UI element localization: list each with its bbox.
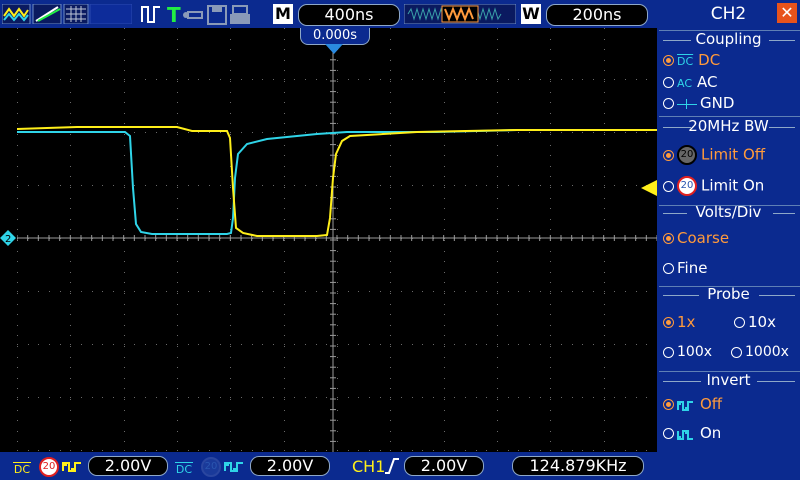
radio-icon: [731, 346, 742, 358]
coupling-option-dc[interactable]: DC DC: [663, 51, 720, 69]
status-icons: T: [141, 4, 250, 26]
radio-icon: [663, 428, 674, 439]
coupling-title: Coupling: [695, 30, 762, 48]
invert-on-icon: [677, 429, 693, 440]
volts-div-section[interactable]: Volts/Div Coarse Fine: [657, 203, 800, 288]
radio-icon: [734, 317, 745, 328]
invert-off-label: Off: [700, 395, 723, 413]
save-icon: [207, 5, 227, 25]
ch1-coupling-icon: DC: [13, 458, 31, 477]
trigger-source-label: CH1: [352, 457, 386, 476]
dc-icon: DC: [677, 55, 694, 68]
close-icon[interactable]: ✕: [777, 3, 797, 23]
bw-on-icon: 20: [677, 176, 697, 196]
trigger-position-marker-icon[interactable]: [325, 44, 343, 54]
top-status-bar: T M 400ns W 200ns: [0, 0, 657, 28]
graticule: [17, 28, 657, 452]
probe-100x-label: 100x: [677, 344, 713, 360]
ch2-ground-marker-icon[interactable]: 2: [0, 230, 16, 246]
ground-icon: [677, 98, 697, 109]
probe-option-1000x[interactable]: 1000x: [731, 344, 789, 360]
coupling-gnd-label: GND: [700, 94, 735, 112]
bw-off-icon: 20: [677, 145, 697, 165]
ch1-invert-icon: [62, 462, 81, 472]
window-timebase-label: W: [521, 4, 541, 24]
probe-10x-label: 10x: [748, 313, 776, 331]
radio-selected-icon: [663, 149, 674, 161]
radio-selected-icon: [663, 399, 674, 410]
bandwidth-section[interactable]: 20MHz BW 20 Limit Off 20 Limit On: [657, 117, 800, 205]
frequency-readout: 124.879KHz: [512, 456, 644, 476]
window-timebase-readout[interactable]: 200ns: [546, 4, 648, 26]
trigger-level-readout[interactable]: 2.00V: [404, 456, 484, 476]
invert-title: Invert: [706, 371, 751, 389]
volts-coarse-label: Coarse: [677, 229, 730, 247]
blank-indicator: [89, 4, 132, 24]
volts-option-fine[interactable]: Fine: [663, 259, 707, 277]
svg-text:2: 2: [5, 234, 11, 245]
rising-edge-icon: [385, 458, 399, 474]
ch1-volts-readout[interactable]: 2.00V: [88, 456, 168, 476]
radio-icon: [663, 77, 674, 88]
trigger-level-marker-icon[interactable]: [641, 180, 657, 196]
timebase-readout[interactable]: 400ns: [298, 4, 400, 26]
invert-option-off[interactable]: Off: [663, 395, 722, 413]
probe-option-100x[interactable]: 100x: [663, 344, 712, 360]
bw-option-limit-off[interactable]: 20 Limit Off: [663, 145, 765, 165]
probe-title: Probe: [707, 285, 750, 303]
bw-limit-on-label: Limit On: [701, 176, 765, 195]
ch1-bw-limit-icon: 20: [39, 457, 59, 477]
radio-icon: [663, 180, 674, 192]
ch2-invert-icon: [224, 462, 243, 472]
radio-icon: [663, 346, 674, 358]
bw-option-limit-on[interactable]: 20 Limit On: [663, 176, 764, 196]
coupling-dc-label: DC: [698, 51, 721, 69]
invert-section[interactable]: Invert Off On: [657, 371, 800, 471]
radio-selected-icon: [663, 317, 674, 328]
memory-position-icon: [404, 4, 516, 24]
probe-option-10x[interactable]: 10x: [734, 313, 776, 331]
ch2-volts-readout[interactable]: 2.00V: [250, 456, 330, 476]
usb-icon: [183, 11, 203, 19]
coupling-ac-label: AC: [697, 73, 718, 91]
radio-icon: [663, 263, 674, 274]
ch2-coupling-icon: DC: [175, 458, 193, 477]
radio-icon: [663, 98, 674, 109]
probe-section[interactable]: Probe 1x 10x 100x 1000x: [657, 285, 800, 371]
trigger-t-icon: T: [167, 4, 181, 26]
invert-off-icon: [677, 400, 693, 411]
ac-icon: AC: [677, 77, 693, 90]
volts-option-coarse[interactable]: Coarse: [663, 229, 729, 247]
print-icon: [230, 5, 250, 24]
ch2-bw-limit-icon: 20: [201, 457, 221, 477]
waveform-display[interactable]: [17, 28, 657, 452]
ch1-coupling-label: DC: [13, 463, 31, 476]
coupling-section[interactable]: Coupling DC DC AC AC GND: [657, 30, 800, 116]
display-mode-icons[interactable]: [2, 4, 132, 24]
bw-limit-off-label: Limit Off: [701, 145, 766, 164]
main-timebase-label: M: [273, 4, 293, 24]
probe-1000x-label: 1000x: [745, 344, 789, 360]
coupling-option-ac[interactable]: AC AC: [663, 73, 718, 91]
ch2-coupling-label: DC: [175, 463, 193, 476]
coupling-option-gnd[interactable]: GND: [663, 94, 734, 112]
invert-option-on[interactable]: On: [663, 424, 721, 442]
volts-fine-label: Fine: [677, 259, 708, 277]
trigger-time-readout: 0.000s: [300, 28, 370, 45]
probe-1x-label: 1x: [677, 313, 696, 331]
probe-option-1x[interactable]: 1x: [663, 313, 695, 331]
volts-div-title: Volts/Div: [695, 203, 762, 221]
radio-selected-icon: [663, 55, 674, 66]
invert-on-label: On: [700, 424, 722, 442]
radio-selected-icon: [663, 233, 674, 244]
pulse-icon: [141, 6, 160, 23]
bandwidth-title: 20MHz BW: [688, 117, 769, 135]
bottom-status-bar: DC 20 2.00V DC 20 2.00V CH1 2.00V 124.87…: [0, 452, 657, 480]
